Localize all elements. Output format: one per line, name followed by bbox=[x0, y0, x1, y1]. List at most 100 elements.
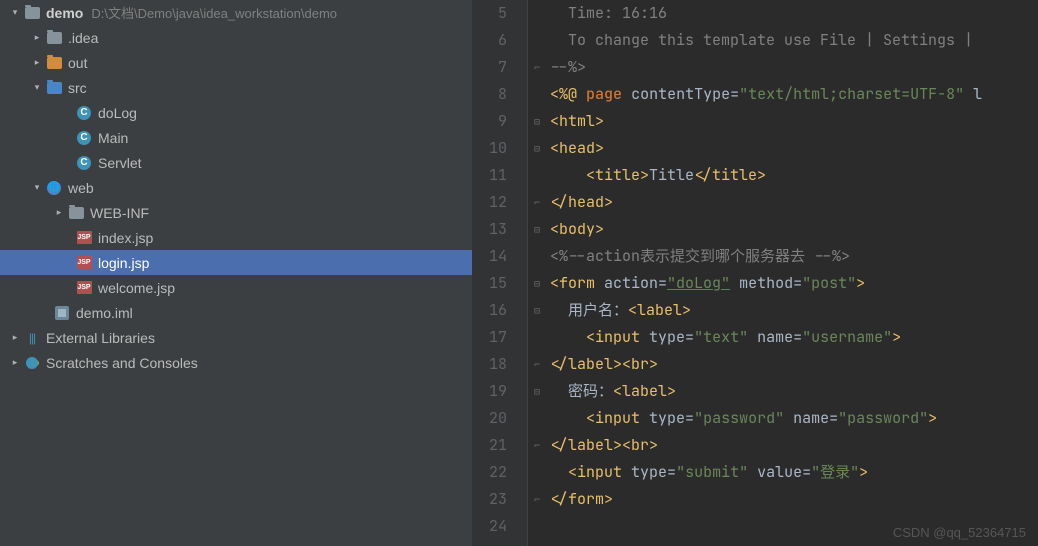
tree-item-scratches[interactable]: ▸ Scratches and Consoles bbox=[0, 350, 472, 375]
tree-item-loginjsp[interactable]: ▸ JSP login.jsp bbox=[0, 250, 472, 275]
code-line[interactable]: <body> bbox=[546, 216, 1038, 243]
fold-marker bbox=[528, 162, 546, 189]
fold-marker[interactable]: ⊟ bbox=[528, 378, 546, 405]
fold-gutter[interactable]: ⌐⊟⊟⌐⊟⊟⊟⌐⊟⌐⌐ bbox=[528, 0, 546, 546]
libraries-icon bbox=[24, 330, 40, 346]
tree-item-dolog[interactable]: ▸ C doLog bbox=[0, 100, 472, 125]
code-line[interactable]: <input type="submit" value="登录"> bbox=[546, 459, 1038, 486]
tree-item-welcomejsp[interactable]: ▸ JSP welcome.jsp bbox=[0, 275, 472, 300]
tree-item-webinf[interactable]: ▸ WEB-INF bbox=[0, 200, 472, 225]
chevron-right-icon[interactable]: ▸ bbox=[30, 31, 44, 45]
fold-marker[interactable]: ⌐ bbox=[528, 189, 546, 216]
line-number[interactable]: 17 bbox=[472, 324, 507, 351]
code-line[interactable]: </label><br> bbox=[546, 351, 1038, 378]
code-line[interactable]: <head> bbox=[546, 135, 1038, 162]
fold-marker bbox=[528, 324, 546, 351]
code-editor[interactable]: 56789101112131415161718192021222324 ⌐⊟⊟⌐… bbox=[472, 0, 1038, 546]
fold-marker[interactable]: ⌐ bbox=[528, 486, 546, 513]
line-number[interactable]: 18 bbox=[472, 351, 507, 378]
code-line[interactable]: <html> bbox=[546, 108, 1038, 135]
tree-item-idea[interactable]: ▸ .idea bbox=[0, 25, 472, 50]
line-number[interactable]: 15 bbox=[472, 270, 507, 297]
chevron-right-icon[interactable]: ▸ bbox=[8, 331, 22, 345]
code-line[interactable]: <%@ page contentType="text/html;charset=… bbox=[546, 81, 1038, 108]
fold-marker[interactable]: ⌐ bbox=[528, 351, 546, 378]
fold-marker[interactable]: ⊟ bbox=[528, 135, 546, 162]
tree-item-web[interactable]: ▾ 🌐 web bbox=[0, 175, 472, 200]
fold-marker bbox=[528, 513, 546, 540]
code-line[interactable]: 密码：<label> bbox=[546, 378, 1038, 405]
tree-item-iml[interactable]: ▸ demo.iml bbox=[0, 300, 472, 325]
tree-item-servlet[interactable]: ▸ C Servlet bbox=[0, 150, 472, 175]
fold-marker[interactable]: ⌐ bbox=[528, 54, 546, 81]
tree-label: WEB-INF bbox=[90, 205, 149, 221]
fold-marker bbox=[528, 405, 546, 432]
tree-label: Scratches and Consoles bbox=[46, 355, 198, 371]
tree-label: index.jsp bbox=[98, 230, 153, 246]
chevron-right-icon[interactable]: ▸ bbox=[52, 206, 66, 220]
tree-item-indexjsp[interactable]: ▸ JSP index.jsp bbox=[0, 225, 472, 250]
line-number[interactable]: 22 bbox=[472, 459, 507, 486]
line-number[interactable]: 11 bbox=[472, 162, 507, 189]
fold-marker[interactable]: ⊟ bbox=[528, 270, 546, 297]
line-number[interactable]: 6 bbox=[472, 27, 507, 54]
jsp-file-icon: JSP bbox=[76, 280, 92, 296]
line-number[interactable]: 21 bbox=[472, 432, 507, 459]
line-number[interactable]: 13 bbox=[472, 216, 507, 243]
line-number[interactable]: 16 bbox=[472, 297, 507, 324]
fold-marker[interactable]: ⊟ bbox=[528, 108, 546, 135]
chevron-down-icon[interactable]: ▾ bbox=[8, 6, 22, 20]
chevron-right-icon[interactable]: ▸ bbox=[8, 356, 22, 370]
code-area[interactable]: Time: 16:16 To change this template use … bbox=[546, 0, 1038, 546]
tree-label: demo.iml bbox=[76, 305, 133, 321]
line-number[interactable]: 12 bbox=[472, 189, 507, 216]
tree-item-src[interactable]: ▾ src bbox=[0, 75, 472, 100]
tree-label: out bbox=[68, 55, 87, 71]
watermark: CSDN @qq_52364715 bbox=[893, 525, 1026, 540]
class-icon: C bbox=[76, 130, 92, 146]
line-number[interactable]: 14 bbox=[472, 243, 507, 270]
code-line[interactable]: </form> bbox=[546, 486, 1038, 513]
line-number[interactable]: 19 bbox=[472, 378, 507, 405]
tree-item-external-libraries[interactable]: ▸ External Libraries bbox=[0, 325, 472, 350]
code-line[interactable]: 用户名：<label> bbox=[546, 297, 1038, 324]
tree-label: External Libraries bbox=[46, 330, 155, 346]
fold-marker[interactable]: ⌐ bbox=[528, 432, 546, 459]
line-number[interactable]: 24 bbox=[472, 513, 507, 540]
tree-root[interactable]: ▾ demo D:\文档\Demo\java\idea_workstation\… bbox=[0, 0, 472, 25]
chevron-right-icon[interactable]: ▸ bbox=[30, 56, 44, 70]
code-line[interactable]: <input type="password" name="password"> bbox=[546, 405, 1038, 432]
tree-label: web bbox=[68, 180, 94, 196]
tree-label: login.jsp bbox=[98, 255, 149, 271]
line-number-gutter[interactable]: 56789101112131415161718192021222324 bbox=[472, 0, 528, 546]
code-line[interactable]: <input type="text" name="username"> bbox=[546, 324, 1038, 351]
class-icon: C bbox=[76, 105, 92, 121]
line-number[interactable]: 23 bbox=[472, 486, 507, 513]
code-line[interactable]: --%> bbox=[546, 54, 1038, 81]
tree-item-out[interactable]: ▸ out bbox=[0, 50, 472, 75]
chevron-down-icon[interactable]: ▾ bbox=[30, 81, 44, 95]
code-line[interactable]: </head> bbox=[546, 189, 1038, 216]
code-line[interactable]: </label><br> bbox=[546, 432, 1038, 459]
jsp-file-icon: JSP bbox=[76, 230, 92, 246]
code-line[interactable]: To change this template use File | Setti… bbox=[546, 27, 1038, 54]
fold-marker[interactable]: ⊟ bbox=[528, 216, 546, 243]
line-number[interactable]: 9 bbox=[472, 108, 507, 135]
fold-marker bbox=[528, 459, 546, 486]
code-line[interactable]: <form action="doLog" method="post"> bbox=[546, 270, 1038, 297]
fold-marker bbox=[528, 0, 546, 27]
fold-marker[interactable]: ⊟ bbox=[528, 297, 546, 324]
folder-icon bbox=[46, 80, 62, 96]
line-number[interactable]: 10 bbox=[472, 135, 507, 162]
line-number[interactable]: 7 bbox=[472, 54, 507, 81]
code-line[interactable]: <title>Title</title> bbox=[546, 162, 1038, 189]
code-line[interactable]: <%--action表示提交到哪个服务器去 --%> bbox=[546, 243, 1038, 270]
line-number[interactable]: 5 bbox=[472, 0, 507, 27]
project-tree[interactable]: ▾ demo D:\文档\Demo\java\idea_workstation\… bbox=[0, 0, 472, 546]
line-number[interactable]: 8 bbox=[472, 81, 507, 108]
project-path: D:\文档\Demo\java\idea_workstation\demo bbox=[91, 3, 337, 22]
code-line[interactable]: Time: 16:16 bbox=[546, 0, 1038, 27]
tree-item-main[interactable]: ▸ C Main bbox=[0, 125, 472, 150]
chevron-down-icon[interactable]: ▾ bbox=[30, 181, 44, 195]
line-number[interactable]: 20 bbox=[472, 405, 507, 432]
